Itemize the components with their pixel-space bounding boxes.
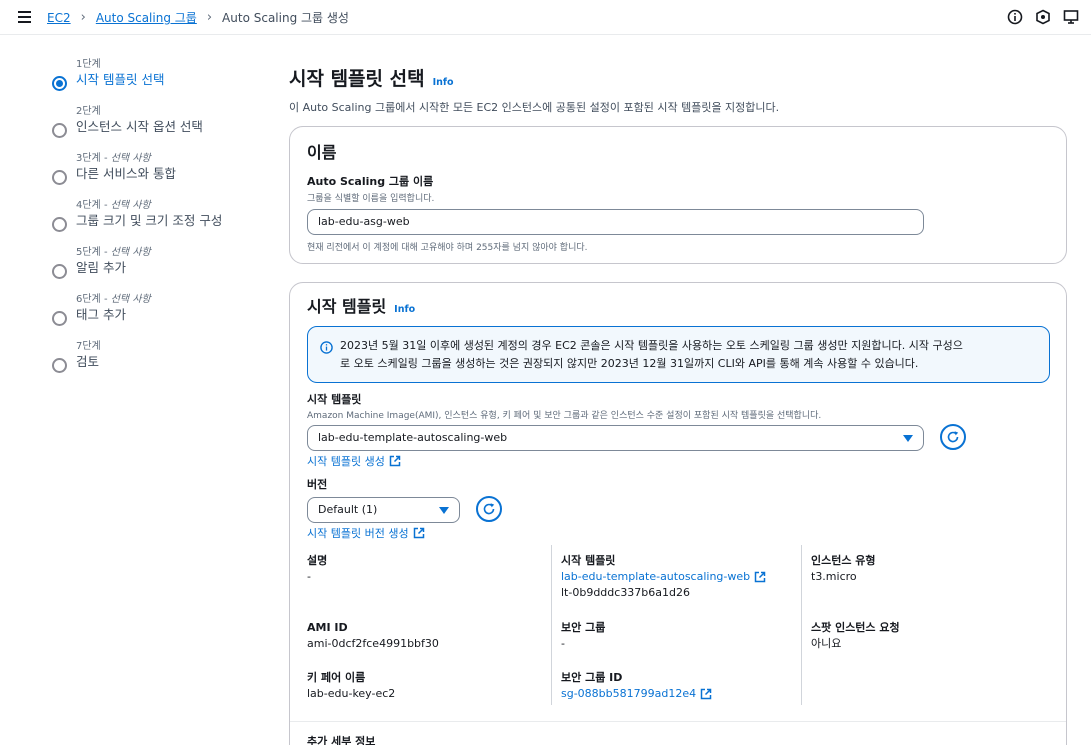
detail-description-value: - — [307, 570, 311, 583]
launch-template-card-title: 시작 템플릿 — [307, 297, 387, 316]
launch-template-selected: lab-edu-template-autoscaling-web — [318, 431, 508, 444]
asg-name-input[interactable]: lab-edu-asg-web — [307, 209, 924, 235]
step-2[interactable]: 2단계 인스턴스 시작 옵션 선택 — [52, 105, 272, 152]
launch-template-label: 시작 템플릿 — [307, 393, 362, 406]
breadcrumb-current: Auto Scaling 그룹 생성 — [222, 11, 349, 25]
breadcrumb-auto-scaling-groups[interactable]: Auto Scaling 그룹 — [96, 9, 197, 26]
detail-ami-value: ami-0dcf2fce4991bbf30 — [307, 637, 439, 650]
step-name: 알림 추가 — [76, 260, 126, 275]
detail-spot-key: 스팟 인스턴스 요청 — [811, 621, 900, 634]
launch-template-card: 시작 템플릿 Info 2023년 5월 31일 이후에 생성된 계정의 경우 … — [289, 282, 1067, 745]
detail-template-link[interactable]: lab-edu-template-autoscaling-web — [561, 569, 766, 585]
detail-instance-type-value: t3.micro — [811, 570, 857, 583]
step-number: 5단계 - — [76, 247, 111, 258]
breadcrumb-ec2[interactable]: EC2 — [47, 11, 71, 25]
external-link-icon — [700, 688, 712, 700]
feedback-icon[interactable] — [1063, 9, 1079, 25]
alert-text-line-1: 2023년 5월 31일 이후에 생성된 계정의 경우 EC2 콘솔은 시작 템… — [340, 339, 963, 352]
breadcrumb: EC2 › Auto Scaling 그룹 › Auto Scaling 그룹 … — [47, 9, 349, 26]
detail-instance-type-key: 인스턴스 유형 — [811, 554, 876, 567]
asg-name-description: 그룹을 식별할 이름을 입력합니다. — [307, 194, 435, 204]
info-alert: 2023년 5월 31일 이후에 생성된 계정의 경우 EC2 콘솔은 시작 템… — [307, 326, 1050, 383]
section-divider — [290, 721, 1066, 722]
step-indicator-active — [52, 76, 67, 91]
step-indicator — [52, 358, 67, 373]
detail-template-key: 시작 템플릿 — [561, 554, 616, 567]
name-card-title: 이름 — [307, 143, 337, 162]
step-optional: 선택 사항 — [110, 294, 151, 305]
detail-description-key: 설명 — [307, 554, 328, 567]
refresh-icon — [947, 431, 959, 443]
version-selected: Default (1) — [318, 503, 378, 516]
detail-spot-value: 아니요 — [811, 637, 842, 650]
step-name: 인스턴스 시작 옵션 선택 — [76, 119, 203, 134]
step-number: 3단계 - — [76, 153, 111, 164]
detail-sgid-key: 보안 그룹 ID — [561, 671, 623, 684]
asg-name-constraint: 현재 리전에서 이 계정에 대해 고유해야 하며 255자를 넘지 않아야 합니… — [307, 243, 588, 253]
step-3[interactable]: 3단계 - 선택 사항 다른 서비스와 통합 — [52, 152, 272, 199]
step-name: 그룹 크기 및 크기 조정 구성 — [76, 213, 223, 228]
detail-sg-value: - — [561, 637, 565, 650]
step-indicator — [52, 217, 67, 232]
alert-text-line-2: 로 오토 스케일링 그룹을 생성하는 것은 권장되지 않지만 2023년 12월… — [340, 357, 919, 370]
create-launch-template-link[interactable]: 시작 템플릿 생성 — [307, 453, 401, 469]
version-select[interactable]: Default (1) — [307, 497, 460, 523]
step-4[interactable]: 4단계 - 선택 사항 그룹 크기 및 크기 조정 구성 — [52, 199, 272, 246]
step-number: 7단계 — [76, 341, 101, 352]
step-optional: 선택 사항 — [110, 247, 151, 258]
step-number: 1단계 — [76, 59, 101, 70]
step-indicator — [52, 170, 67, 185]
caret-down-icon — [439, 507, 449, 514]
main-content: 시작 템플릿 선택 Info 이 Auto Scaling 그룹에서 시작한 모… — [289, 64, 1067, 745]
detail-keypair-value: lab-edu-key-ec2 — [307, 687, 396, 700]
detail-keypair-key: 키 페어 이름 — [307, 671, 366, 684]
info-circle-icon — [320, 341, 333, 354]
chevron-right-icon: › — [80, 10, 86, 25]
chevron-right-icon: › — [206, 10, 213, 25]
menu-icon[interactable] — [18, 11, 31, 23]
step-indicator — [52, 264, 67, 279]
step-number: 2단계 — [76, 106, 101, 117]
step-indicator — [52, 311, 67, 326]
info-link[interactable]: Info — [394, 304, 415, 315]
step-6[interactable]: 6단계 - 선택 사항 태그 추가 — [52, 293, 272, 340]
step-5[interactable]: 5단계 - 선택 사항 알림 추가 — [52, 246, 272, 293]
refresh-templates-button[interactable] — [940, 424, 966, 450]
step-indicator — [52, 123, 67, 138]
info-icon[interactable] — [1007, 9, 1023, 25]
page-title: 시작 템플릿 선택 — [289, 68, 425, 90]
step-1[interactable]: 1단계 시작 템플릿 선택 — [52, 58, 272, 105]
step-name: 검토 — [76, 354, 100, 369]
caret-down-icon — [903, 435, 913, 442]
external-link-icon — [413, 527, 424, 539]
external-link-icon — [754, 571, 766, 583]
step-number: 4단계 - — [76, 200, 111, 211]
info-link[interactable]: Info — [433, 77, 454, 88]
refresh-icon — [483, 503, 495, 515]
page-description: 이 Auto Scaling 그룹에서 시작한 모든 EC2 인스턴스에 공통된… — [289, 101, 780, 114]
launch-template-select[interactable]: lab-edu-template-autoscaling-web — [307, 425, 924, 451]
step-name: 다른 서비스와 통합 — [76, 166, 176, 181]
refresh-versions-button[interactable] — [476, 496, 502, 522]
detail-sgid-link[interactable]: sg-088bb581799ad12e4 — [561, 686, 712, 702]
step-optional: 선택 사항 — [110, 153, 151, 164]
wizard-steps: 1단계 시작 템플릿 선택 2단계 인스턴스 시작 옵션 선택 3단계 - 선택… — [52, 58, 272, 387]
detail-sg-key: 보안 그룹 — [561, 621, 606, 634]
asg-name-label: Auto Scaling 그룹 이름 — [307, 175, 434, 188]
external-link-icon — [389, 455, 401, 467]
step-name: 태그 추가 — [76, 307, 126, 322]
security-icon[interactable] — [1035, 9, 1051, 25]
version-label: 버전 — [307, 478, 328, 491]
additional-details-heading: 추가 세부 정보 — [307, 735, 376, 745]
detail-ami-key: AMI ID — [307, 621, 348, 634]
step-name: 시작 템플릿 선택 — [76, 72, 165, 87]
name-card: 이름 Auto Scaling 그룹 이름 그룹을 식별할 이름을 입력합니다.… — [289, 126, 1067, 264]
launch-template-description: Amazon Machine Image(AMI), 인스턴스 유형, 키 페어… — [307, 411, 822, 421]
step-7[interactable]: 7단계 검토 — [52, 340, 272, 387]
top-navigation-bar: EC2 › Auto Scaling 그룹 › Auto Scaling 그룹 … — [0, 0, 1091, 35]
create-template-version-link[interactable]: 시작 템플릿 버전 생성 — [307, 525, 425, 541]
step-optional: 선택 사항 — [110, 200, 151, 211]
detail-template-id: lt-0b9dddc337b6a1d26 — [561, 586, 691, 599]
step-number: 6단계 - — [76, 294, 111, 305]
